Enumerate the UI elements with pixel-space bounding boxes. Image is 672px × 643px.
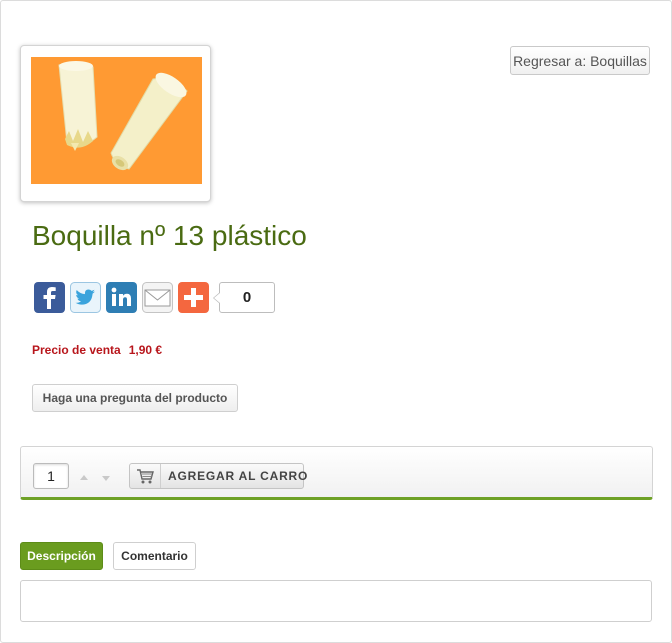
tab-description[interactable]: Descripción — [20, 542, 103, 570]
button-divider — [160, 464, 161, 488]
quantity-input[interactable]: 1 — [33, 463, 69, 489]
quantity-decrease-icon[interactable] — [99, 471, 113, 485]
product-title: Boquilla nº 13 plástico — [32, 220, 307, 251]
add-to-cart-label: AGREGAR AL CARRO — [168, 469, 309, 483]
add-to-cart-button[interactable]: AGREGAR AL CARRO — [129, 463, 307, 490]
share-count: 0 — [213, 282, 275, 313]
sale-price: Precio de venta 1,90 € — [32, 343, 162, 357]
quantity-increase-icon[interactable] — [77, 471, 91, 485]
product-image[interactable] — [20, 45, 211, 202]
ask-question-button[interactable]: Haga una pregunta del producto — [32, 384, 238, 412]
linkedin-icon[interactable] — [106, 282, 137, 313]
product-photo — [31, 57, 202, 184]
price-label: Precio de venta — [32, 343, 121, 357]
twitter-icon[interactable] — [70, 282, 101, 313]
back-to-category-button[interactable]: Regresar a: Boquillas — [510, 46, 650, 75]
cart-icon — [136, 467, 154, 490]
add-to-cart-bar: 1 AGREGAR AL CARRO — [20, 446, 653, 500]
facebook-icon[interactable] — [34, 282, 65, 313]
tab-content-panel — [20, 580, 652, 622]
email-icon[interactable] — [142, 282, 173, 313]
plus-icon[interactable] — [178, 282, 209, 313]
price-value: 1,90 € — [128, 343, 163, 357]
tab-comments[interactable]: Comentario — [113, 542, 196, 570]
